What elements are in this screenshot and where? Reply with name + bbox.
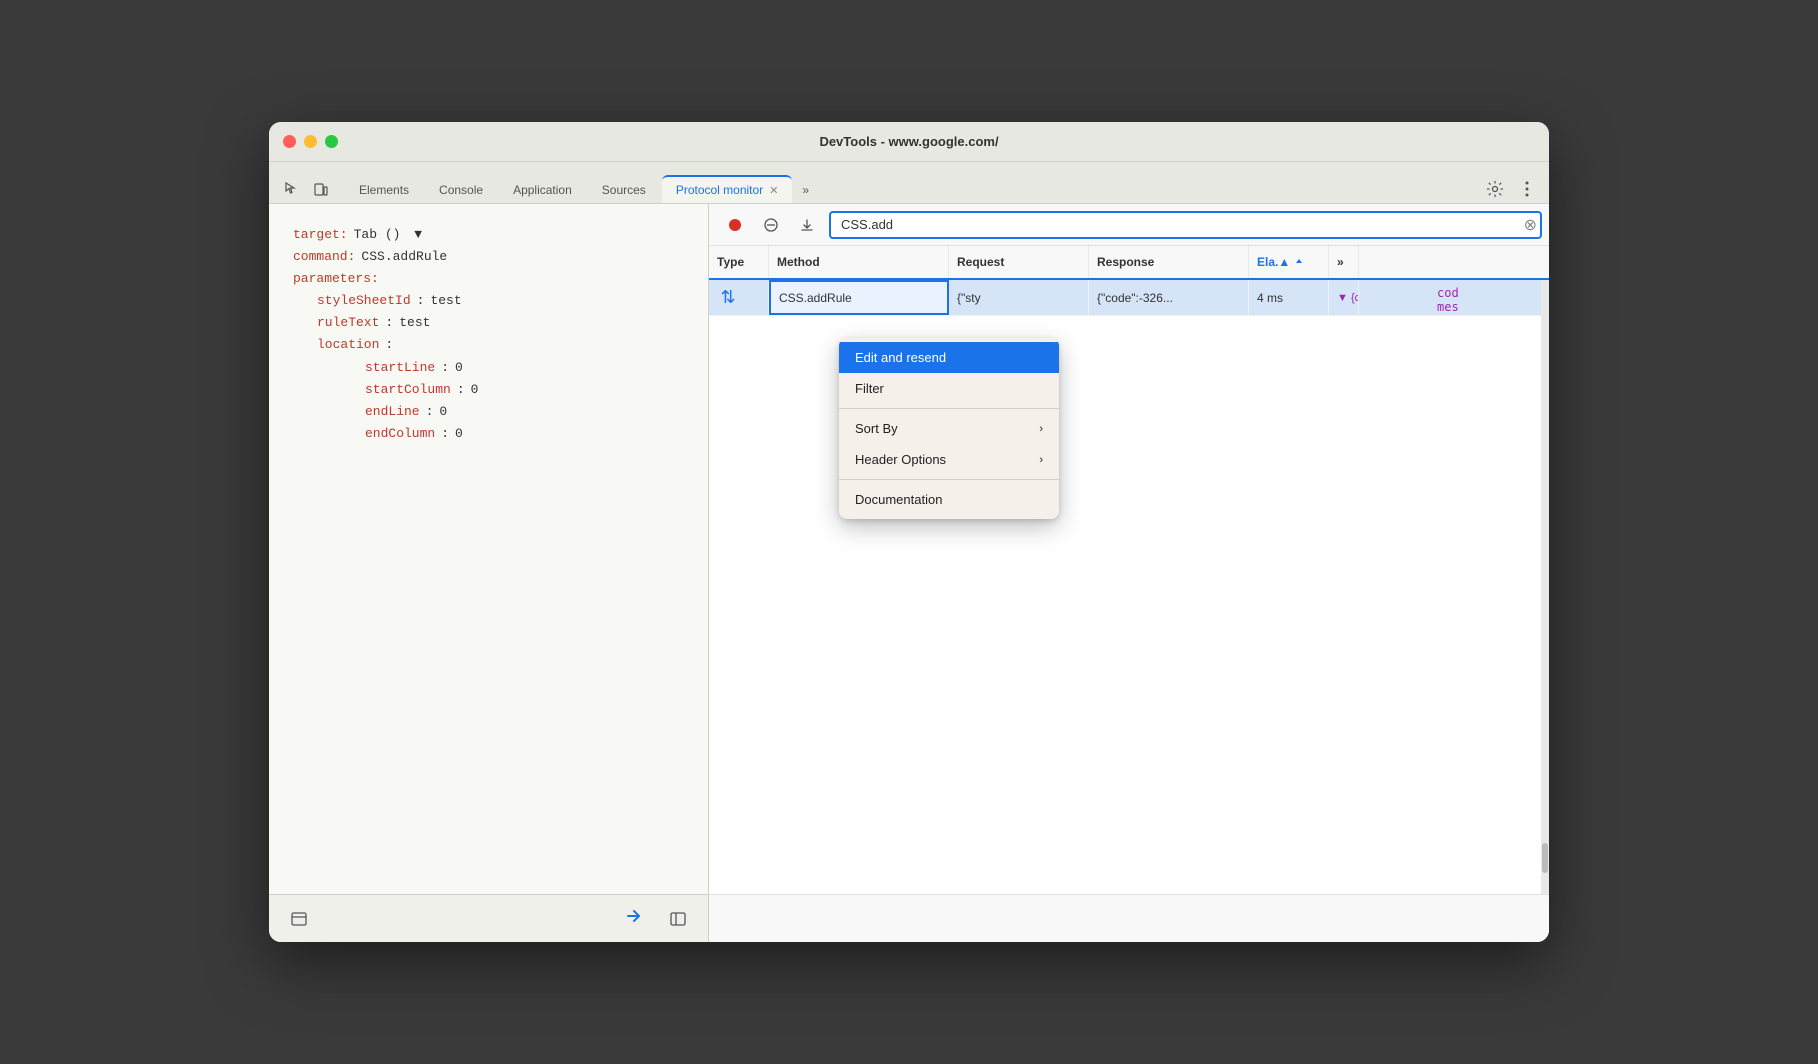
device-icon[interactable] bbox=[307, 175, 335, 203]
param-command: command: CSS.addRule bbox=[293, 246, 684, 268]
response-detail-row: cod bbox=[1437, 286, 1541, 300]
scrollbar[interactable] bbox=[1541, 280, 1549, 894]
tab-bar-right-actions bbox=[1481, 175, 1541, 203]
left-footer bbox=[269, 894, 708, 942]
response-detail: cod mes bbox=[1429, 280, 1549, 320]
more-tabs-icon[interactable]: » bbox=[794, 177, 817, 203]
col-method[interactable]: Method bbox=[769, 246, 949, 278]
cm-header-options[interactable]: Header Options › bbox=[839, 444, 1059, 475]
col-more[interactable]: » bbox=[1329, 246, 1359, 278]
col-type[interactable]: Type bbox=[709, 246, 769, 278]
cell-response: {"code":-326... bbox=[1089, 280, 1249, 315]
tab-sources[interactable]: Sources bbox=[588, 177, 660, 203]
cell-elapsed: 4 ms bbox=[1249, 280, 1329, 315]
cell-method: CSS.addRule bbox=[769, 280, 949, 315]
cm-header-arrow-icon: › bbox=[1039, 454, 1043, 466]
tab-elements[interactable]: Elements bbox=[345, 177, 423, 203]
main-area: target: Tab () ▼ command: CSS.addRule pa… bbox=[269, 204, 1549, 942]
table-header: Type Method Request Response Ela.▲ » bbox=[709, 246, 1549, 280]
collapse-icon[interactable] bbox=[664, 905, 692, 933]
param-location: location : bbox=[317, 334, 684, 356]
response-detail-row2: mes bbox=[1437, 300, 1541, 314]
tab-protocol-monitor[interactable]: Protocol monitor ✕ bbox=[662, 175, 793, 203]
left-content: target: Tab () ▼ command: CSS.addRule pa… bbox=[269, 204, 708, 894]
minimize-button[interactable] bbox=[304, 135, 317, 148]
tab-close-icon[interactable]: ✕ bbox=[769, 184, 778, 197]
table-row[interactable]: ⇅ CSS.addRule {"sty {"code":-326... 4 ms bbox=[709, 280, 1549, 316]
cm-filter[interactable]: Filter bbox=[839, 373, 1059, 404]
param-ruleText: ruleText : test bbox=[317, 312, 684, 334]
param-endLine: endLine : 0 bbox=[365, 401, 684, 423]
param-startColumn: startColumn : 0 bbox=[365, 379, 684, 401]
traffic-lights bbox=[283, 135, 338, 148]
col-response[interactable]: Response bbox=[1089, 246, 1249, 278]
inspect-icon[interactable] bbox=[277, 175, 305, 203]
transfer-icon: ⇅ bbox=[717, 287, 739, 309]
context-menu: Edit and resend Filter Sort By › Header … bbox=[839, 338, 1059, 519]
right-footer bbox=[709, 894, 1549, 942]
cm-documentation[interactable]: Documentation bbox=[839, 484, 1059, 515]
send-button[interactable] bbox=[622, 905, 644, 933]
cm-sort-arrow-icon: › bbox=[1039, 423, 1043, 435]
toolbar: ⊗ bbox=[709, 204, 1549, 246]
param-endColumn: endColumn : 0 bbox=[365, 423, 684, 445]
search-input[interactable] bbox=[829, 211, 1542, 239]
save-button[interactable] bbox=[793, 211, 821, 239]
col-elapsed[interactable]: Ela.▲ bbox=[1249, 246, 1329, 278]
param-parameters: parameters: bbox=[293, 268, 684, 290]
search-clear-icon[interactable]: ⊗ bbox=[1524, 215, 1537, 235]
clear-button[interactable] bbox=[757, 211, 785, 239]
cm-edit-resend[interactable]: Edit and resend bbox=[839, 342, 1059, 373]
tab-console[interactable]: Console bbox=[425, 177, 497, 203]
cm-sort-by[interactable]: Sort By › bbox=[839, 413, 1059, 444]
col-request[interactable]: Request bbox=[949, 246, 1089, 278]
right-panel: ⊗ Type Method Request Response Ela.▲ bbox=[709, 204, 1549, 942]
left-panel: target: Tab () ▼ command: CSS.addRule pa… bbox=[269, 204, 709, 942]
cell-request: {"sty bbox=[949, 280, 1089, 315]
more-options-icon[interactable] bbox=[1513, 175, 1541, 203]
param-startLine: startLine : 0 bbox=[365, 357, 684, 379]
devtools-window: DevTools - www.google.com/ Elements Cons… bbox=[269, 122, 1549, 942]
cell-extra: ▼ {code bbox=[1329, 280, 1359, 315]
cell-type: ⇅ bbox=[709, 280, 769, 315]
table-body: ⇅ CSS.addRule {"sty {"code":-326... 4 ms bbox=[709, 280, 1549, 894]
record-button[interactable] bbox=[721, 211, 749, 239]
tab-bar-icons bbox=[277, 175, 335, 203]
close-button[interactable] bbox=[283, 135, 296, 148]
cm-separator-2 bbox=[839, 479, 1059, 480]
tab-application[interactable]: Application bbox=[499, 177, 586, 203]
title-bar: DevTools - www.google.com/ bbox=[269, 122, 1549, 162]
scroll-thumb[interactable] bbox=[1542, 843, 1548, 873]
sidebar-icon[interactable] bbox=[285, 905, 313, 933]
settings-icon[interactable] bbox=[1481, 175, 1509, 203]
param-styleSheetId: styleSheetId : test bbox=[317, 290, 684, 312]
param-target: target: Tab () ▼ bbox=[293, 224, 684, 246]
window-title: DevTools - www.google.com/ bbox=[819, 134, 998, 149]
maximize-button[interactable] bbox=[325, 135, 338, 148]
cm-separator-1 bbox=[839, 408, 1059, 409]
tab-bar: Elements Console Application Sources Pro… bbox=[269, 162, 1549, 204]
